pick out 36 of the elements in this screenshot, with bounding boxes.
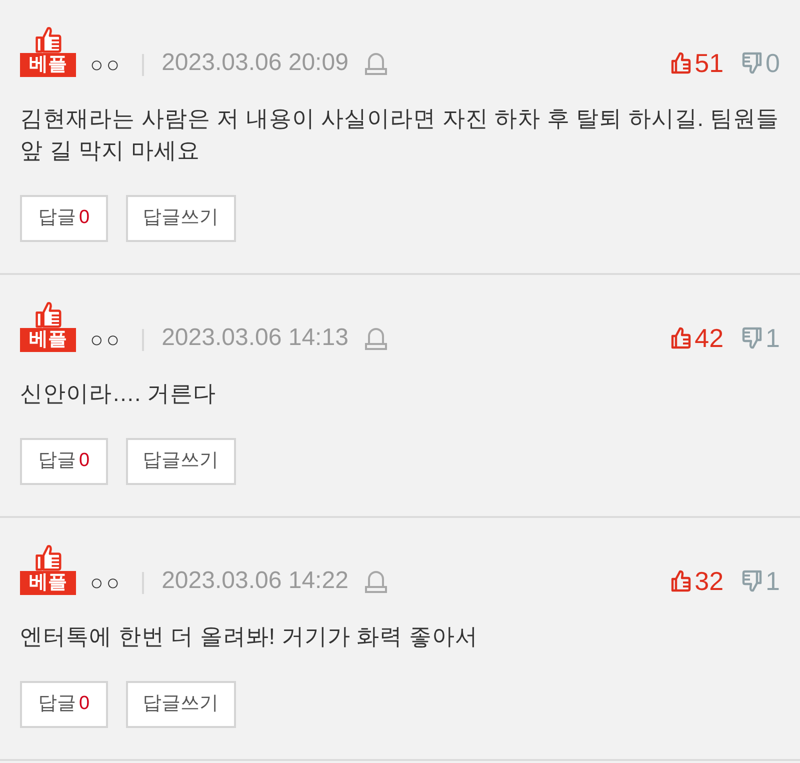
siren-icon[interactable] (365, 51, 388, 75)
thumbs-up-icon (670, 52, 691, 74)
comment-date: 2023.03.06 14:22 (162, 567, 348, 595)
comment-text: 신안이라…. 거른다 (20, 380, 218, 408)
reply-count: 0 (79, 206, 90, 230)
comment-author: ○○ (90, 327, 123, 353)
comment-text: 김현재라는 사람은 저 내용이 사실이라면 자진 하차 후 탈퇴 하시길. 팀원들 앞 길 막지 마세요 (20, 105, 780, 165)
thumbs-up-icon (670, 327, 691, 349)
reply-count: 0 (79, 449, 90, 474)
reply-button[interactable]: 답글 0 (20, 195, 108, 242)
reply-button[interactable]: 답글 0 (20, 681, 108, 728)
siren-icon[interactable] (365, 326, 388, 350)
comment-author: ○○ (90, 52, 123, 78)
write-reply-button[interactable]: 답글쓰기 (126, 195, 236, 242)
reply-button[interactable]: 답글 0 (20, 438, 108, 485)
thumbs-up-icon (34, 301, 62, 328)
comment-author: ○○ (90, 570, 123, 596)
like-button[interactable]: 32 (670, 567, 724, 595)
thumbs-up-icon (34, 26, 62, 53)
write-reply-button[interactable]: 답글쓰기 (126, 681, 236, 728)
comment-date: 2023.03.06 20:09 (162, 49, 348, 77)
like-button[interactable]: 42 (670, 324, 724, 352)
thumbs-up-icon (670, 570, 691, 592)
best-badge: 베플 (20, 571, 76, 595)
comment-text: 엔터톡에 한번 더 올려봐! 거기가 화력 좋아서 (20, 623, 479, 651)
reply-count: 0 (79, 692, 90, 716)
thumbs-down-icon (742, 570, 762, 592)
best-badge: 베플 (20, 53, 76, 77)
siren-icon[interactable] (365, 569, 388, 593)
best-badge: 베플 (20, 328, 76, 352)
thumbs-down-icon (742, 327, 762, 349)
write-reply-button[interactable]: 답글쓰기 (126, 438, 236, 485)
like-button[interactable]: 51 (670, 49, 724, 77)
comment-date: 2023.03.06 14:13 (162, 324, 348, 352)
thumbs-down-icon (742, 52, 762, 74)
thumbs-up-icon (34, 544, 62, 571)
